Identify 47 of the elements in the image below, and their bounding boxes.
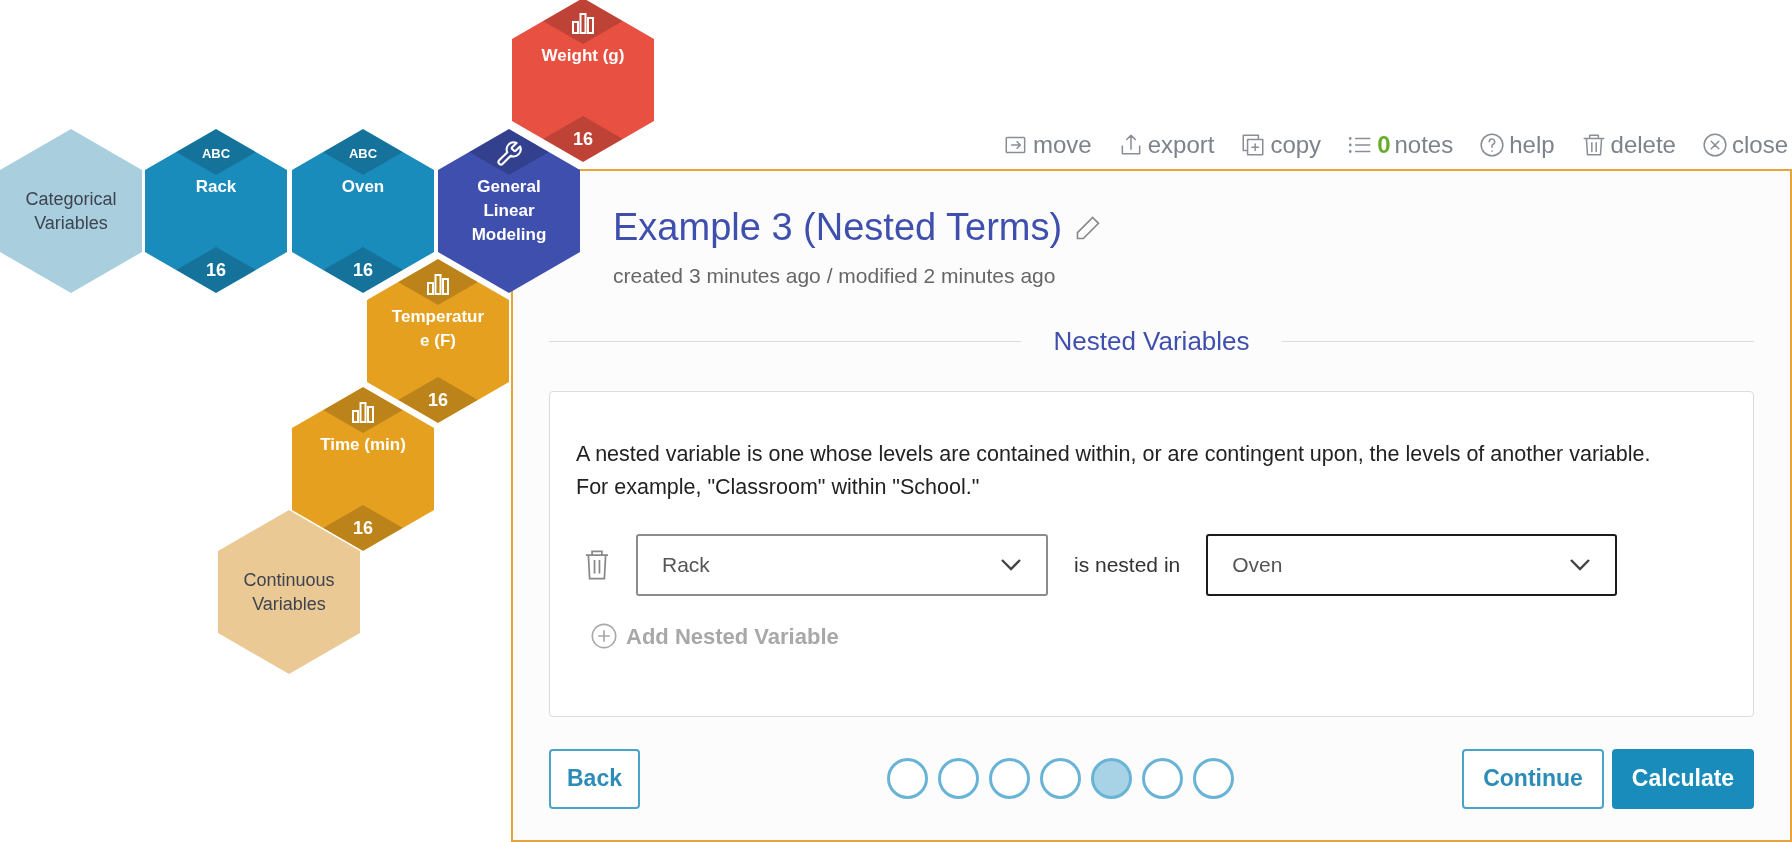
section-heading: Nested Variables bbox=[1053, 324, 1250, 358]
timestamp-text: created 3 minutes ago / modified 2 minutes ago bbox=[612, 263, 1057, 289]
analysis-title: Example 3 (Nested Terms) bbox=[613, 205, 1063, 250]
variable-name: Rack bbox=[194, 176, 238, 198]
chevron-down-icon bbox=[1569, 557, 1592, 572]
step-indicator[interactable] bbox=[1193, 758, 1235, 799]
back-button[interactable]: Back bbox=[549, 748, 640, 809]
toolbar-button[interactable]: close bbox=[1701, 127, 1788, 163]
calculate-button[interactable]: Calculate bbox=[1612, 748, 1754, 809]
dropdown-select[interactable]: Oven bbox=[1206, 533, 1618, 596]
toolbar-button[interactable]: move bbox=[1003, 127, 1092, 163]
step-indicator[interactable] bbox=[989, 758, 1031, 799]
bar-chart-icon bbox=[351, 401, 375, 423]
notes-count: 0 bbox=[1377, 130, 1391, 160]
step-indicator[interactable] bbox=[938, 758, 980, 799]
step-indicator[interactable] bbox=[887, 758, 929, 799]
data-type-label: ABC bbox=[201, 145, 231, 164]
group-label: Categorical Variables bbox=[24, 188, 118, 235]
help-icon bbox=[1479, 132, 1506, 158]
trash-icon bbox=[1580, 132, 1607, 158]
group-label: Continuous Variables bbox=[242, 569, 336, 616]
variable-name: Weight (g) bbox=[540, 45, 626, 67]
data-type-label: ABC bbox=[348, 145, 378, 164]
plus-circle-icon bbox=[590, 622, 618, 650]
bar-chart-icon bbox=[571, 12, 595, 34]
continue-button[interactable]: Continue bbox=[1462, 748, 1604, 809]
step-indicator[interactable] bbox=[1040, 758, 1082, 799]
variable-name: Temperature (F) bbox=[390, 306, 486, 352]
toolbar-button[interactable]: export bbox=[1117, 127, 1215, 163]
variable-name: Time (min) bbox=[319, 434, 407, 456]
copy-icon bbox=[1240, 132, 1267, 158]
variable-name: General Linear Modeling bbox=[470, 176, 548, 246]
variable-name: Oven bbox=[340, 176, 386, 198]
count-label: 16 bbox=[206, 258, 226, 282]
dropdown-select[interactable]: Rack bbox=[636, 533, 1048, 596]
toolbar-button[interactable]: delete bbox=[1580, 127, 1676, 163]
close-icon bbox=[1701, 132, 1728, 158]
toolbar-button[interactable]: copy bbox=[1240, 127, 1322, 163]
step-indicator[interactable] bbox=[1142, 758, 1184, 799]
toolbar-button[interactable]: 0 notes bbox=[1347, 127, 1454, 163]
chevron-down-icon bbox=[1000, 557, 1022, 572]
toolbar-button[interactable]: help bbox=[1479, 127, 1555, 163]
step-indicator[interactable] bbox=[1091, 758, 1133, 799]
nesting-connector: is nested in bbox=[1074, 551, 1181, 578]
wrench-icon bbox=[495, 140, 523, 168]
description-text: A nested variable is one whose levels are contained within, or are contingent upon, the levels of another variable. For example, "Classroom" within "School." bbox=[576, 440, 1652, 501]
bar-chart-icon bbox=[426, 273, 450, 295]
